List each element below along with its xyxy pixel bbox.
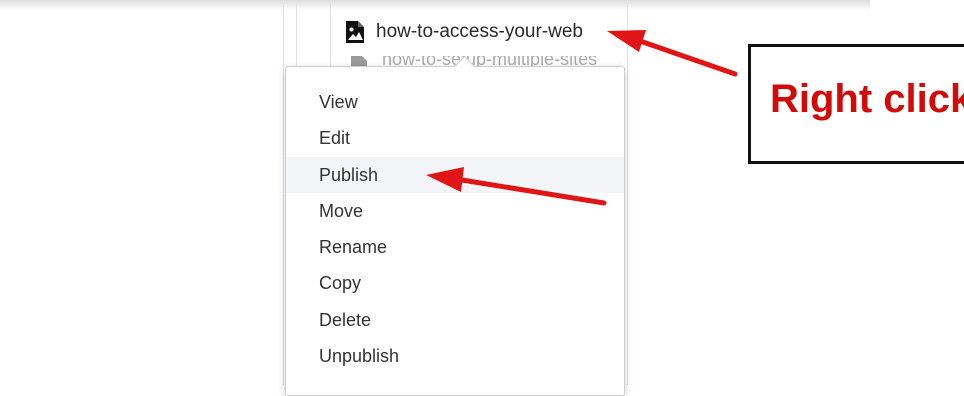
- context-menu: View Edit Publish Move Rename Copy Delet…: [285, 55, 625, 396]
- file-row-selected[interactable]: how-to-access-your-web: [344, 18, 583, 46]
- tree-guide-line: [283, 0, 284, 385]
- menu-item-copy[interactable]: Copy: [286, 265, 624, 301]
- callout-box: Right click: [748, 44, 964, 164]
- menu-item-unpublish[interactable]: Unpublish: [286, 338, 624, 374]
- tree-guide-line: [330, 0, 331, 70]
- menu-item-rename[interactable]: Rename: [286, 229, 624, 265]
- menu-item-view[interactable]: View: [286, 84, 624, 120]
- menu-list: View Edit Publish Move Rename Copy Delet…: [286, 84, 624, 374]
- file-name: how-to-access-your-web: [376, 21, 583, 42]
- top-shadow: [0, 0, 870, 10]
- menu-item-publish[interactable]: Publish: [286, 156, 624, 193]
- panel-border: [627, 0, 628, 385]
- menu-item-move[interactable]: Move: [286, 193, 624, 229]
- image-file-icon: [346, 21, 364, 43]
- callout-text: Right click: [770, 77, 964, 121]
- menu-item-delete[interactable]: Delete: [286, 302, 624, 338]
- menu-item-edit[interactable]: Edit: [286, 120, 624, 156]
- arrow-to-file: [637, 38, 738, 77]
